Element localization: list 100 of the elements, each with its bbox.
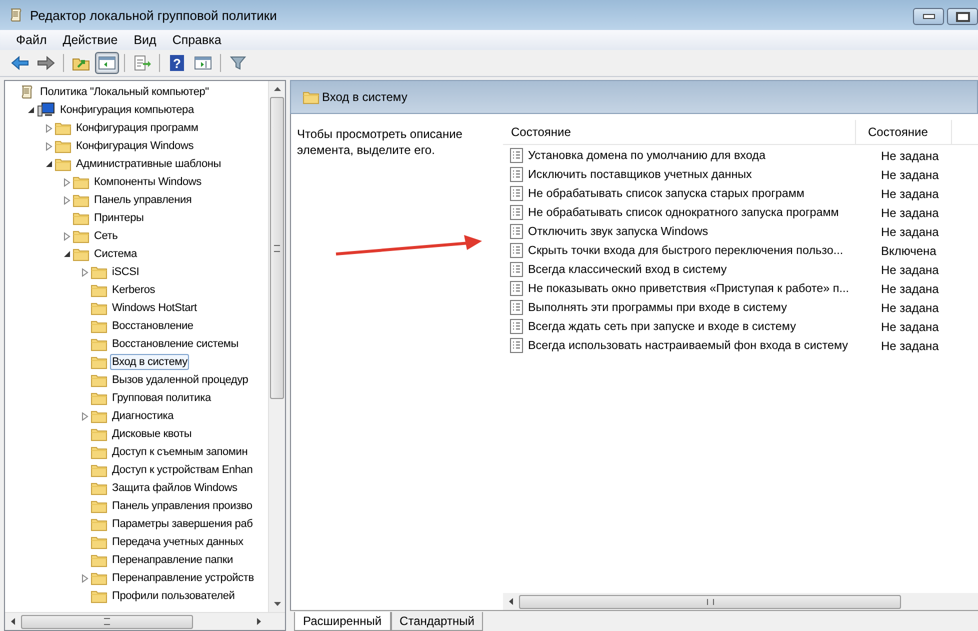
collapse-arrow-icon[interactable] xyxy=(44,160,52,168)
tree-item[interactable]: Восстановление xyxy=(110,318,196,334)
policy-state: Не задана xyxy=(880,168,939,182)
folder-icon xyxy=(91,337,107,351)
tree-item[interactable]: Восстановление системы xyxy=(110,336,240,352)
policy-name[interactable]: Скрыть точки входа для быстрого переключения пользо... xyxy=(528,244,868,257)
tree-item[interactable]: Конфигурация Windows xyxy=(74,138,196,154)
tree-item[interactable]: Доступ к устройствам Enhan xyxy=(110,462,255,478)
folder-icon xyxy=(73,175,89,189)
tree-item[interactable]: Политика "Локальный компьютер" xyxy=(38,84,211,100)
expand-arrow-icon[interactable] xyxy=(44,124,52,132)
policy-setting-icon xyxy=(510,281,523,296)
help-button[interactable]: ? xyxy=(165,52,189,74)
policy-name[interactable]: Установка домена по умолчанию для входа xyxy=(528,149,868,162)
folder-icon xyxy=(91,373,107,387)
folder-icon xyxy=(91,409,107,423)
folder-icon xyxy=(91,463,107,477)
policy-setting-icon xyxy=(510,167,523,182)
minimize-button[interactable] xyxy=(913,8,944,25)
policy-name[interactable]: Всегда классический вход в систему xyxy=(528,263,868,276)
policy-name[interactable]: Не показывать окно приветствия «Приступая к работе» п... xyxy=(528,282,868,295)
policy-name[interactable]: Исключить поставщиков учетных данных xyxy=(528,168,868,181)
folder-icon xyxy=(91,553,107,567)
folder-icon xyxy=(91,499,107,513)
tree-item[interactable]: Вызов удаленной процедур xyxy=(110,372,250,388)
column-header[interactable]: Состояние xyxy=(503,120,856,144)
scroll-left-icon[interactable] xyxy=(11,618,15,625)
expand-arrow-icon[interactable] xyxy=(44,142,52,150)
tree-item[interactable]: Панель управления произво xyxy=(110,498,254,514)
expand-arrow-icon[interactable] xyxy=(80,268,88,276)
show-tree-button[interactable] xyxy=(95,52,119,74)
policy-name[interactable]: Не обрабатывать список запуска старых программ xyxy=(528,187,868,200)
maximize-button[interactable] xyxy=(947,8,978,25)
vertical-scrollbar[interactable] xyxy=(268,81,285,612)
expand-arrow-icon[interactable] xyxy=(80,574,88,582)
view-tab[interactable]: Стандартный xyxy=(390,612,484,631)
tree-item[interactable]: Доступ к съемным запомин xyxy=(110,444,250,460)
tree-item[interactable]: Профили пользователей xyxy=(110,588,237,604)
tree-item[interactable]: Вход в систему xyxy=(110,354,190,370)
folder-icon xyxy=(91,445,107,459)
folder-icon xyxy=(91,571,107,585)
folder-icon xyxy=(91,535,107,549)
scroll-up-icon[interactable] xyxy=(274,87,280,91)
policy-state: Не задана xyxy=(880,148,939,162)
computer-icon xyxy=(37,102,55,118)
menu-item[interactable]: Вид xyxy=(126,33,164,47)
policy-name[interactable]: Всегда использовать настраиваемый фон входа в систему xyxy=(528,339,868,352)
policy-state: Не задана xyxy=(880,206,939,220)
tree-item[interactable]: Перенаправление устройств xyxy=(110,570,256,586)
folder-icon xyxy=(55,157,71,171)
horizontal-scrollbar[interactable] xyxy=(503,593,978,610)
policy-name[interactable]: Выполнять эти программы при входе в систему xyxy=(528,301,868,314)
scroll-down-icon[interactable] xyxy=(274,602,280,606)
policy-name[interactable]: Отключить звук запуска Windows xyxy=(528,225,868,238)
tree-item[interactable]: Windows HotStart xyxy=(110,300,199,316)
scroll-right-icon[interactable] xyxy=(257,618,261,625)
expand-arrow-icon[interactable] xyxy=(62,178,70,186)
tree-item[interactable]: Принтеры xyxy=(92,210,146,226)
section-title: Вход в систему xyxy=(322,90,408,104)
tree-item[interactable]: iSCSI xyxy=(110,264,142,280)
collapse-arrow-icon[interactable] xyxy=(62,250,70,258)
policy-state: Не задана xyxy=(880,282,939,296)
policy-setting-icon xyxy=(510,186,523,201)
column-header[interactable]: Состояние xyxy=(856,120,952,144)
tree-item[interactable]: Система xyxy=(92,246,139,262)
tree-item[interactable]: Панель управления xyxy=(92,192,194,208)
collapse-arrow-icon[interactable] xyxy=(26,106,34,114)
folder-icon xyxy=(91,391,107,405)
tree-item[interactable]: Kerberos xyxy=(110,282,158,298)
expand-arrow-icon[interactable] xyxy=(62,196,70,204)
menu-item[interactable]: Файл xyxy=(8,33,55,47)
horizontal-scrollbar[interactable] xyxy=(5,612,285,630)
tree-item[interactable]: Конфигурация компьютера xyxy=(58,102,196,118)
tree-item[interactable]: Перенаправление папки xyxy=(110,552,235,568)
menu-item[interactable]: Действие xyxy=(54,33,126,47)
tree-item[interactable]: Групповая политика xyxy=(110,390,213,406)
expand-arrow-icon[interactable] xyxy=(62,232,70,240)
policy-name[interactable]: Не обрабатывать список однократного запуска программ xyxy=(528,206,868,219)
tree-item[interactable]: Сеть xyxy=(92,228,120,244)
tree-item[interactable]: Дисковые квоты xyxy=(110,426,194,442)
policy-setting-icon xyxy=(510,205,523,220)
folder-icon xyxy=(73,193,89,207)
tree-item[interactable]: Административные шаблоны xyxy=(74,156,223,172)
tree-item[interactable]: Передача учетных данных xyxy=(110,534,246,550)
tree-item[interactable]: Конфигурация программ xyxy=(74,120,200,136)
scroll-icon xyxy=(19,84,35,100)
folder-icon xyxy=(55,139,71,153)
policy-name[interactable]: Всегда ждать сеть при запуске и входе в систему xyxy=(528,320,868,333)
expand-arrow-icon[interactable] xyxy=(80,412,88,420)
folder-icon xyxy=(73,247,89,261)
menu-item[interactable]: Справка xyxy=(164,33,230,47)
tree-item[interactable]: Компоненты Windows xyxy=(92,174,204,190)
scroll-left-icon[interactable] xyxy=(509,598,513,605)
tree-item[interactable]: Диагностика xyxy=(110,408,176,424)
folder-icon xyxy=(91,481,107,495)
tree-item[interactable]: Защита файлов Windows xyxy=(110,480,240,496)
folder-icon xyxy=(91,265,107,279)
tree-item[interactable]: Параметры завершения раб xyxy=(110,516,255,532)
view-tab[interactable]: Расширенный xyxy=(294,612,391,631)
policy-setting-icon xyxy=(510,338,523,353)
